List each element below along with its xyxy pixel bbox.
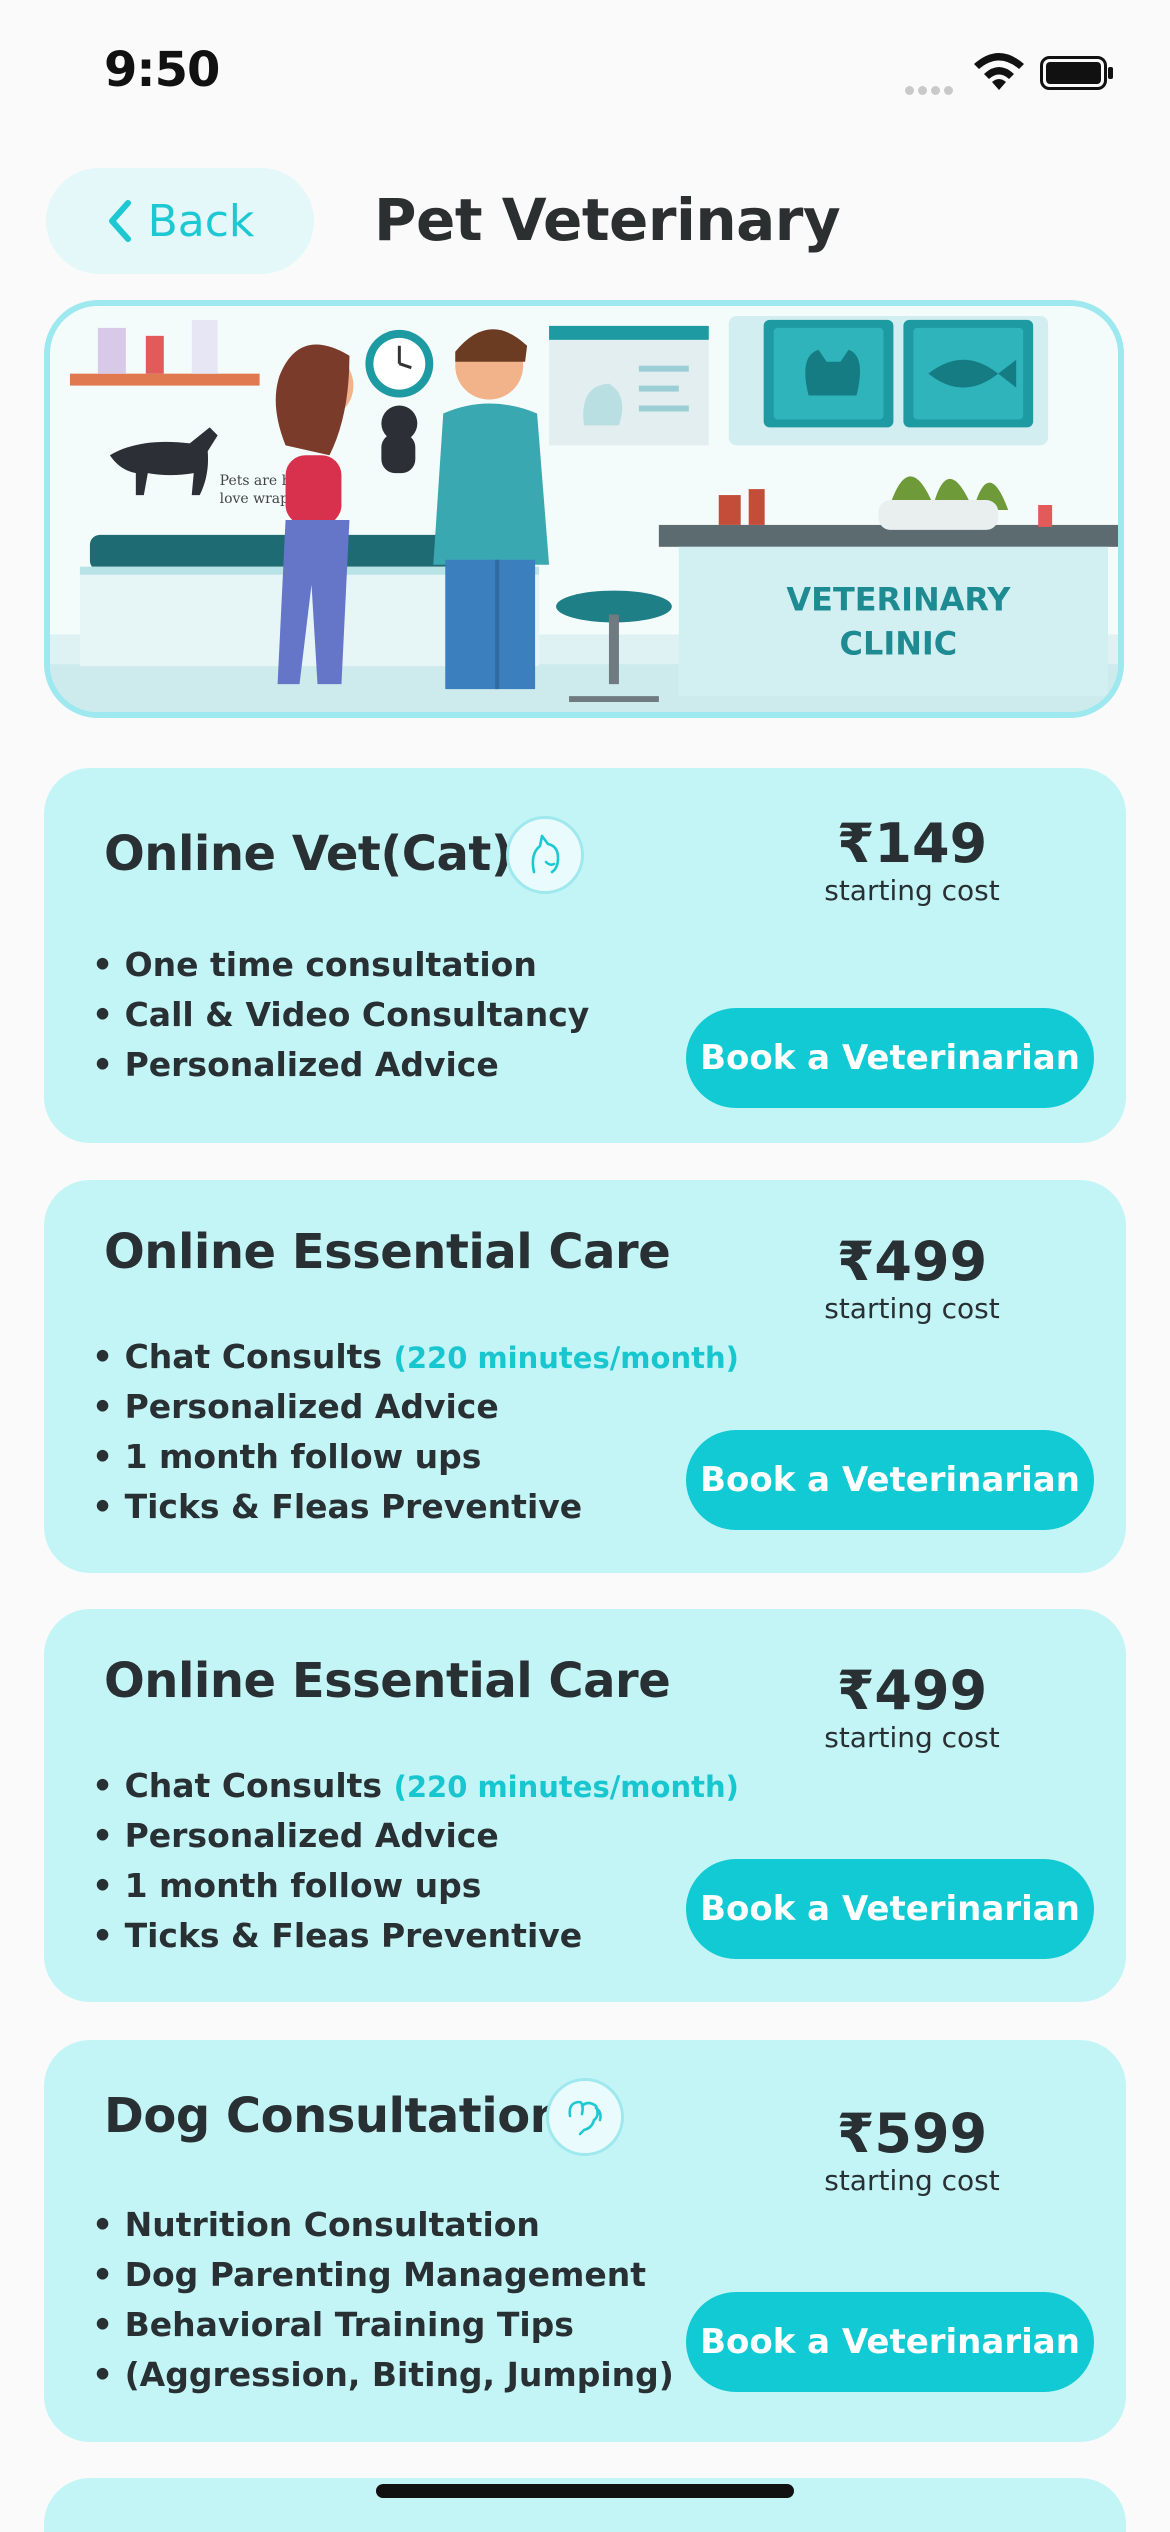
feature-item: • Dog Parenting Management xyxy=(92,2255,647,2294)
status-time: 9:50 xyxy=(104,42,220,98)
feature-item: • Personalized Advice xyxy=(92,1816,499,1855)
chevron-left-icon xyxy=(108,200,131,242)
status-bar: 9:50 xyxy=(0,0,1170,150)
feature-item: • 1 month follow ups xyxy=(92,1866,482,1905)
feature-item: • Personalized Advice xyxy=(92,1045,499,1084)
feature-item: • Chat Consults (220 minutes/month) xyxy=(92,1332,739,1382)
book-veterinarian-button[interactable]: Book a Veterinarian xyxy=(686,2292,1094,2392)
plan-price-caption: starting cost xyxy=(824,2164,1000,2197)
feature-list: • Chat Consults (220 minutes/month) • Pe… xyxy=(92,1761,739,1961)
home-indicator[interactable] xyxy=(376,2484,794,2498)
plan-price: ₹599 xyxy=(836,2102,988,2165)
plan-title: Dog Consultation xyxy=(104,2088,564,2144)
cat-icon xyxy=(506,816,584,894)
feature-item: • 1 month follow ups xyxy=(92,1437,482,1476)
feature-item: • Behavioral Training Tips xyxy=(92,2305,574,2344)
plan-card-online-essential-care: Online Essential Care ₹499 starting cost… xyxy=(44,1609,1126,2002)
book-veterinarian-button[interactable]: Book a Veterinarian xyxy=(686,1008,1094,1108)
feature-item: • One time consultation xyxy=(92,945,537,984)
feature-highlight: (220 minutes/month) xyxy=(393,1341,739,1375)
plan-title: Online Vet(Cat) xyxy=(104,826,513,882)
hero-banner: VETERINARY CLINIC Pets are huma love wra… xyxy=(44,300,1124,718)
feature-item: • Chat Consults (220 minutes/month) xyxy=(92,1761,739,1811)
feature-text: • Chat Consults xyxy=(92,1766,383,1805)
feature-item: • (Aggression, Biting, Jumping) xyxy=(92,2355,674,2394)
feature-list: • One time consultation • Call & Video C… xyxy=(92,940,589,1090)
plan-title: Online Essential Care xyxy=(104,1224,671,1280)
plan-card-online-vet-cat: Online Vet(Cat) ₹149 starting cost • One… xyxy=(44,768,1126,1143)
plan-price: ₹499 xyxy=(836,1659,988,1722)
plan-title: Online Essential Care xyxy=(104,1653,671,1709)
wifi-icon xyxy=(974,53,1024,90)
plan-price: ₹149 xyxy=(836,812,988,875)
plan-card-online-essential-care: Online Essential Care ₹499 starting cost… xyxy=(44,1180,1126,1573)
plan-card-dog-consultation: Dog Consultation ₹599 starting cost • Nu… xyxy=(44,2040,1126,2442)
back-button[interactable]: Back xyxy=(46,168,314,274)
battery-icon xyxy=(1040,56,1113,90)
feature-item: • Ticks & Fleas Preventive xyxy=(92,1487,583,1526)
clinic-sign-line2: CLINIC xyxy=(840,624,958,662)
feature-list: • Chat Consults (220 minutes/month) • Pe… xyxy=(92,1332,739,1532)
plan-price-caption: starting cost xyxy=(824,1721,1000,1754)
book-veterinarian-button[interactable]: Book a Veterinarian xyxy=(686,1430,1094,1530)
feature-item: • Nutrition Consultation xyxy=(92,2205,540,2244)
feature-list: • Nutrition Consultation • Dog Parenting… xyxy=(92,2200,674,2400)
plan-price: ₹499 xyxy=(836,1230,988,1293)
feature-item: • Ticks & Fleas Preventive xyxy=(92,1916,583,1955)
back-label: Back xyxy=(147,195,255,247)
feature-highlight: (220 minutes/month) xyxy=(393,1770,739,1804)
feature-text: • Chat Consults xyxy=(92,1337,383,1376)
plan-price-caption: starting cost xyxy=(824,1292,1000,1325)
book-veterinarian-button[interactable]: Book a Veterinarian xyxy=(686,1859,1094,1959)
vet-clinic-illustration: VETERINARY CLINIC Pets are huma love wra… xyxy=(50,306,1118,712)
feature-item: • Call & Video Consultancy xyxy=(92,995,590,1034)
clinic-sign-line1: VETERINARY xyxy=(786,581,1011,619)
feature-item: • Personalized Advice xyxy=(92,1387,499,1426)
dog-icon xyxy=(546,2078,624,2156)
plan-price-caption: starting cost xyxy=(824,874,1000,907)
page-title: Pet Veterinary xyxy=(374,186,841,254)
cellular-signal-icon xyxy=(905,80,961,95)
